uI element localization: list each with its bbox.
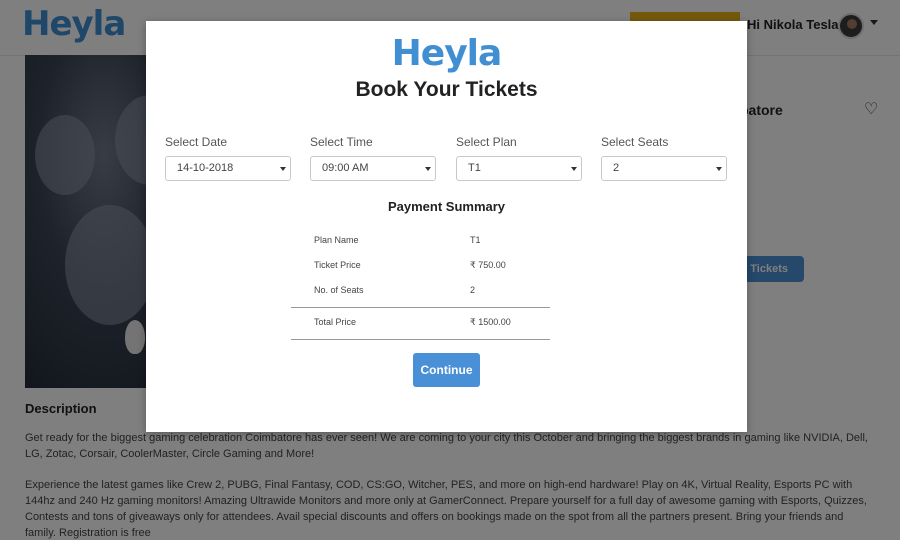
dropdown-arrow-icon	[716, 167, 722, 171]
date-field: Select Date 14-10-2018	[165, 135, 291, 181]
dropdown-arrow-icon	[280, 167, 286, 171]
summary-label: No. of Seats	[314, 285, 364, 295]
plan-value: T1	[468, 162, 481, 174]
time-value: 09:00 AM	[322, 162, 369, 174]
continue-button[interactable]: Continue	[413, 353, 480, 387]
seats-select[interactable]: 2	[601, 156, 727, 181]
total-value: ₹ 1500.00	[470, 317, 511, 327]
booking-modal: Heyla Book Your Tickets Select Date 14-1…	[146, 21, 747, 432]
time-field: Select Time 09:00 AM	[310, 135, 436, 181]
modal-logo: Heyla	[391, 33, 503, 74]
time-label: Select Time	[310, 135, 373, 149]
summary-label: Ticket Price	[314, 260, 361, 270]
summary-value: 2	[470, 285, 476, 295]
date-label: Select Date	[165, 135, 228, 149]
seats-field: Select Seats 2	[601, 135, 727, 181]
time-select[interactable]: 09:00 AM	[310, 156, 436, 181]
summary-value: ₹ 750.00	[470, 260, 506, 270]
dropdown-arrow-icon	[571, 167, 577, 171]
date-value: 14-10-2018	[177, 162, 234, 174]
payment-summary-heading: Payment Summary	[387, 199, 506, 214]
plan-field: Select Plan T1	[456, 135, 582, 181]
summary-label: Plan Name	[314, 235, 359, 245]
plan-select[interactable]: T1	[456, 156, 582, 181]
divider	[291, 339, 550, 340]
plan-label: Select Plan	[456, 135, 517, 149]
seats-value: 2	[613, 162, 620, 174]
dropdown-arrow-icon	[425, 167, 431, 171]
summary-value: T1	[470, 235, 481, 245]
date-select[interactable]: 14-10-2018	[165, 156, 291, 181]
seats-label: Select Seats	[601, 135, 669, 149]
modal-title: Book Your Tickets	[355, 78, 538, 101]
divider	[291, 307, 550, 308]
total-label: Total Price	[314, 317, 357, 327]
